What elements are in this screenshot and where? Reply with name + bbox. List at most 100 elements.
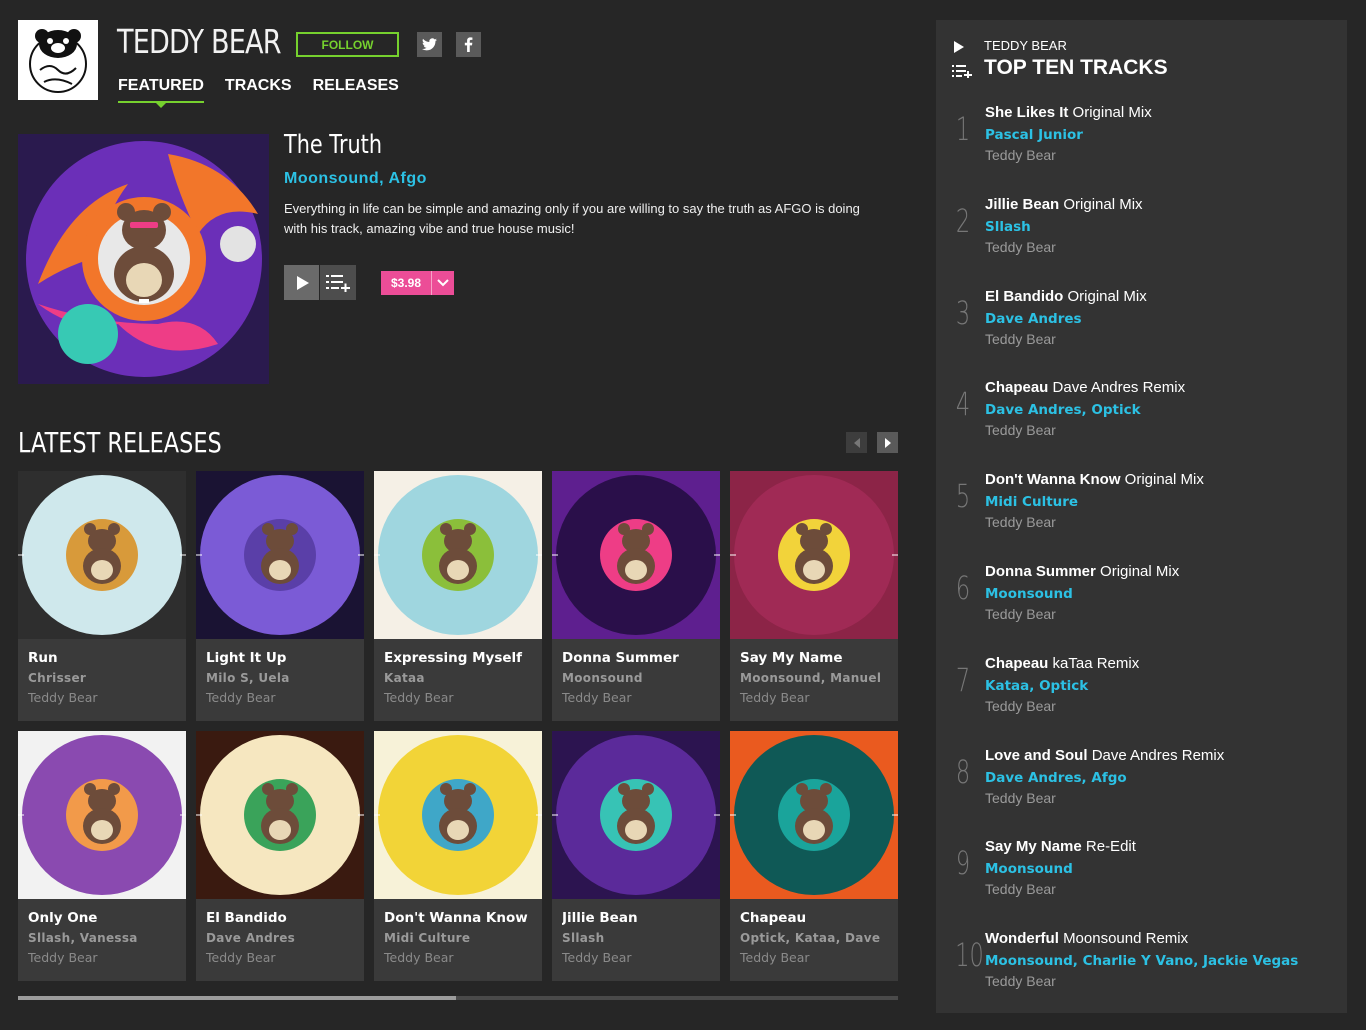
tab-releases[interactable]: RELEASES: [313, 77, 399, 103]
track-name[interactable]: Donna Summer Original Mix: [985, 563, 1179, 580]
track-mix-name[interactable]: Moonsound Remix: [1063, 930, 1188, 947]
track-artists[interactable]: Pascal Junior: [985, 127, 1083, 143]
release-card[interactable]: Don't Wanna Know Midi Culture Teddy Bear: [374, 731, 542, 981]
follow-button[interactable]: FOLLOW: [296, 32, 399, 57]
track-title[interactable]: Chapeau: [985, 655, 1048, 672]
track-label[interactable]: Teddy Bear: [985, 331, 1056, 347]
carousel-next-button[interactable]: [877, 432, 898, 453]
track-artists[interactable]: Moonsound: [985, 586, 1073, 602]
price-value[interactable]: $3.98: [381, 276, 431, 290]
track-name[interactable]: She Likes It Original Mix: [985, 104, 1152, 121]
release-title[interactable]: Run: [28, 650, 176, 666]
release-title[interactable]: Only One: [28, 910, 176, 926]
track-name[interactable]: Chapeau Dave Andres Remix: [985, 379, 1185, 396]
release-label[interactable]: Teddy Bear: [28, 950, 176, 965]
release-label[interactable]: Teddy Bear: [562, 950, 710, 965]
track-name[interactable]: Love and Soul Dave Andres Remix: [985, 747, 1224, 764]
carousel-prev-button[interactable]: [846, 432, 867, 453]
top-track-row[interactable]: 9 Say My Name Re-Edit Moonsound Teddy Bear: [952, 838, 1342, 918]
tab-tracks[interactable]: TRACKS: [225, 77, 292, 103]
release-label[interactable]: Teddy Bear: [562, 690, 710, 705]
track-artists[interactable]: Dave Andres, Afgo: [985, 770, 1127, 786]
track-artists[interactable]: Moonsound: [985, 861, 1073, 877]
track-artists[interactable]: Moonsound, Charlie Y Vano, Jackie Vegas: [985, 953, 1298, 969]
release-title[interactable]: Expressing Myself: [384, 650, 532, 666]
track-mix-name[interactable]: Re-Edit: [1086, 838, 1136, 855]
track-label[interactable]: Teddy Bear: [985, 514, 1056, 530]
add-to-queue-button[interactable]: [320, 265, 356, 300]
queue-all-button[interactable]: [952, 64, 972, 83]
featured-artists[interactable]: Moonsound, Afgo: [284, 170, 427, 188]
release-artists[interactable]: Kataa: [384, 671, 532, 685]
release-card[interactable]: Chapeau Optick, Kataa, Dave Teddy Bear: [730, 731, 898, 981]
release-label[interactable]: Teddy Bear: [206, 690, 354, 705]
track-label[interactable]: Teddy Bear: [985, 973, 1056, 989]
track-label[interactable]: Teddy Bear: [985, 790, 1056, 806]
release-artists[interactable]: Dave Andres: [206, 931, 354, 945]
track-title[interactable]: El Bandido: [985, 288, 1063, 305]
top-track-row[interactable]: 2 Jillie Bean Original Mix Sllash Teddy Bea…: [952, 196, 1342, 276]
carousel-scrollbar[interactable]: [18, 996, 898, 1000]
release-artwork[interactable]: [730, 731, 898, 899]
track-name[interactable]: Say My Name Re-Edit: [985, 838, 1136, 855]
play-button[interactable]: [284, 265, 319, 300]
track-mix-name[interactable]: kaTaa Remix: [1053, 655, 1140, 672]
featured-title[interactable]: The Truth: [284, 130, 382, 160]
release-artwork[interactable]: [730, 471, 898, 639]
price-dropdown-toggle[interactable]: [431, 271, 454, 295]
track-label[interactable]: Teddy Bear: [985, 239, 1056, 255]
release-label[interactable]: Teddy Bear: [740, 950, 888, 965]
release-label[interactable]: Teddy Bear: [206, 950, 354, 965]
track-name[interactable]: Chapeau kaTaa Remix: [985, 655, 1139, 672]
release-artists[interactable]: Optick, Kataa, Dave: [740, 931, 888, 945]
release-card[interactable]: Only One Sllash, Vanessa Teddy Bear: [18, 731, 186, 981]
release-card[interactable]: Jillie Bean Sllash Teddy Bear: [552, 731, 720, 981]
track-label[interactable]: Teddy Bear: [985, 606, 1056, 622]
release-artwork[interactable]: [374, 731, 542, 899]
track-title[interactable]: She Likes It: [985, 104, 1068, 121]
release-artwork[interactable]: [18, 471, 186, 639]
top-track-row[interactable]: 7 Chapeau kaTaa Remix Kataa, Optick Teddy B…: [952, 655, 1342, 735]
label-logo[interactable]: [18, 20, 98, 100]
track-label[interactable]: Teddy Bear: [985, 422, 1056, 438]
release-card[interactable]: Donna Summer Moonsound Teddy Bear: [552, 471, 720, 721]
release-title[interactable]: Don't Wanna Know: [384, 910, 532, 926]
release-artists[interactable]: Moonsound, Manuel: [740, 671, 888, 685]
track-title[interactable]: Wonderful: [985, 930, 1059, 947]
track-mix-name[interactable]: Dave Andres Remix: [1092, 747, 1225, 764]
release-title[interactable]: Light It Up: [206, 650, 354, 666]
release-title[interactable]: El Bandido: [206, 910, 354, 926]
track-artists[interactable]: Dave Andres: [985, 311, 1082, 327]
release-artists[interactable]: Sllash, Vanessa: [28, 931, 176, 945]
release-artists[interactable]: Moonsound: [562, 671, 710, 685]
track-name[interactable]: El Bandido Original Mix: [985, 288, 1147, 305]
release-artwork[interactable]: [552, 471, 720, 639]
track-name[interactable]: Wonderful Moonsound Remix: [985, 930, 1188, 947]
release-artists[interactable]: Chrisser: [28, 671, 176, 685]
track-title[interactable]: Love and Soul: [985, 747, 1088, 764]
release-label[interactable]: Teddy Bear: [740, 690, 888, 705]
top-track-row[interactable]: 5 Don't Wanna Know Original Mix Midi Cultu…: [952, 471, 1342, 551]
track-mix-name[interactable]: Original Mix: [1063, 196, 1142, 213]
featured-release-artwork[interactable]: [18, 134, 269, 384]
release-artwork[interactable]: [18, 731, 186, 899]
track-mix-name[interactable]: Original Mix: [1100, 563, 1179, 580]
tab-featured[interactable]: FEATURED: [118, 77, 204, 108]
track-title[interactable]: Don't Wanna Know: [985, 471, 1121, 488]
track-name[interactable]: Jillie Bean Original Mix: [985, 196, 1143, 213]
track-title[interactable]: Say My Name: [985, 838, 1082, 855]
top-track-row[interactable]: 4 Chapeau Dave Andres Remix Dave Andres, O…: [952, 379, 1342, 459]
release-card[interactable]: Run Chrisser Teddy Bear: [18, 471, 186, 721]
release-title[interactable]: Say My Name: [740, 650, 888, 666]
release-artists[interactable]: Sllash: [562, 931, 710, 945]
release-artists[interactable]: Milo S, Uela: [206, 671, 354, 685]
release-label[interactable]: Teddy Bear: [28, 690, 176, 705]
top-track-row[interactable]: 1 She Likes It Original Mix Pascal Junior T…: [952, 104, 1342, 184]
track-label[interactable]: Teddy Bear: [985, 147, 1056, 163]
release-card[interactable]: Light It Up Milo S, Uela Teddy Bear: [196, 471, 364, 721]
release-label[interactable]: Teddy Bear: [384, 950, 532, 965]
track-mix-name[interactable]: Original Mix: [1068, 288, 1147, 305]
track-mix-name[interactable]: Dave Andres Remix: [1053, 379, 1186, 396]
track-artists[interactable]: Midi Culture: [985, 494, 1078, 510]
top-track-row[interactable]: 8 Love and Soul Dave Andres Remix Dave And…: [952, 747, 1342, 827]
